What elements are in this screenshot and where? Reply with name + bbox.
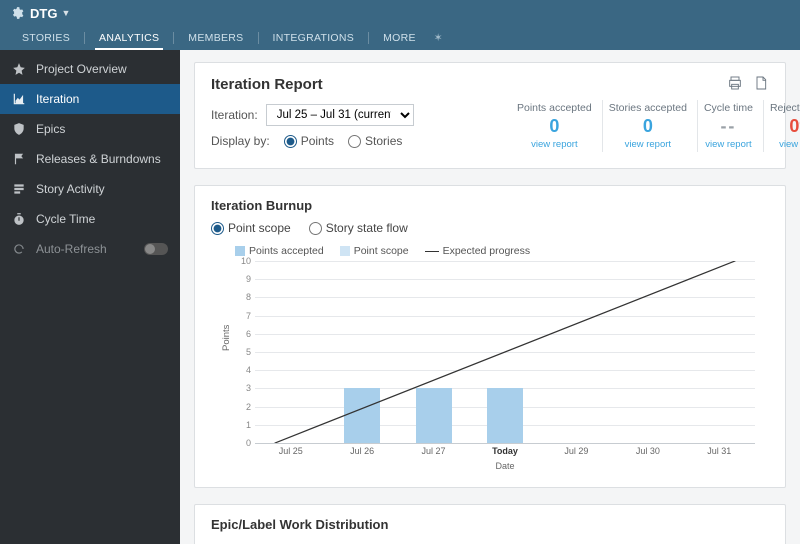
display-by-label: Display by: — [211, 134, 270, 148]
legend-swatch-accepted — [235, 246, 245, 256]
sidebar-item-epics[interactable]: Epics — [0, 114, 180, 144]
view-report-link[interactable]: view report — [770, 139, 800, 150]
tab-stories[interactable]: STORIES — [10, 32, 82, 50]
work-title: Epic/Label Work Distribution — [211, 517, 769, 532]
mode-story-state-flow[interactable]: Story state flow — [309, 221, 408, 235]
iteration-label: Iteration: — [211, 108, 258, 122]
x-axis-label: Date — [495, 461, 514, 471]
display-stories-radio[interactable]: Stories — [348, 134, 402, 148]
print-icon[interactable] — [727, 75, 743, 94]
tab-analytics[interactable]: ANALYTICS — [87, 32, 171, 50]
chart-legend: Points accepted Point scope Expected pro… — [211, 245, 769, 257]
stat-rejection-rate: Rejection rate 0% view report — [763, 100, 800, 152]
view-report-link[interactable]: view report — [704, 139, 753, 150]
tab-more[interactable]: MORE — [371, 32, 428, 50]
sidebar-item-label: Project Overview — [36, 62, 127, 76]
refresh-icon — [12, 242, 26, 256]
sidebar-item-releases[interactable]: Releases & Burndowns — [0, 144, 180, 174]
sidebar-item-label: Cycle Time — [36, 212, 95, 226]
burnup-title: Iteration Burnup — [211, 198, 769, 213]
project-gear-icon[interactable] — [10, 6, 24, 20]
stat-points-accepted: Points accepted 0 view report — [511, 100, 598, 152]
sidebar-item-label: Releases & Burndowns — [36, 152, 161, 166]
tab-integrations[interactable]: INTEGRATIONS — [261, 32, 367, 50]
stat-cycle-time: Cycle time -- view report — [697, 100, 759, 152]
y-axis-label: Points — [221, 325, 232, 351]
sidebar-item-label: Auto-Refresh — [36, 242, 107, 256]
app-header: DTG ▼ — [0, 0, 800, 26]
display-points-radio[interactable]: Points — [284, 134, 334, 148]
project-dropdown-icon[interactable]: ▼ — [61, 8, 70, 18]
sidebar: Project Overview Iteration Epics Release… — [0, 50, 180, 544]
export-icon[interactable] — [753, 75, 769, 94]
burnup-icon — [12, 92, 26, 106]
pin-icon[interactable]: ✶ — [434, 32, 443, 44]
project-name[interactable]: DTG — [30, 6, 57, 21]
view-report-link[interactable]: view report — [517, 139, 592, 150]
page-title: Iteration Report — [211, 76, 323, 93]
view-report-link[interactable]: view report — [609, 139, 687, 150]
mode-point-scope[interactable]: Point scope — [211, 221, 291, 235]
legend-line-expected — [425, 251, 439, 252]
sidebar-item-overview[interactable]: Project Overview — [0, 54, 180, 84]
sidebar-item-auto-refresh[interactable]: Auto-Refresh — [0, 234, 180, 264]
work-distribution-card: Epic/Label Work Distribution Epics Label… — [194, 504, 786, 544]
burnup-chart: Points 012345678910 DateJul 25Jul 26Jul … — [235, 261, 763, 461]
burnup-card: Iteration Burnup Point scope Story state… — [194, 185, 786, 488]
sidebar-item-label: Iteration — [36, 92, 79, 106]
star-icon — [12, 62, 26, 76]
auto-refresh-toggle[interactable] — [144, 243, 168, 255]
stat-stories-accepted: Stories accepted 0 view report — [602, 100, 693, 152]
sidebar-item-label: Epics — [36, 122, 65, 136]
shield-icon — [12, 122, 26, 136]
flag-icon — [12, 152, 26, 166]
stopwatch-icon — [12, 212, 26, 226]
sidebar-item-label: Story Activity — [36, 182, 105, 196]
activity-icon — [12, 182, 26, 196]
legend-swatch-scope — [340, 246, 350, 256]
sidebar-item-iteration[interactable]: Iteration — [0, 84, 180, 114]
sidebar-item-story-activity[interactable]: Story Activity — [0, 174, 180, 204]
stats-row: Points accepted 0 view report Stories ac… — [511, 100, 769, 152]
sidebar-item-cycle-time[interactable]: Cycle Time — [0, 204, 180, 234]
main-content: Iteration Report Iteration: Jul 25 – Jul… — [180, 50, 800, 544]
iteration-report-card: Iteration Report Iteration: Jul 25 – Jul… — [194, 62, 786, 169]
tab-members[interactable]: MEMBERS — [176, 32, 255, 50]
iteration-select[interactable]: Jul 25 – Jul 31 (current) — [266, 104, 414, 126]
main-tabs: STORIES ANALYTICS MEMBERS INTEGRATIONS M… — [0, 26, 800, 50]
